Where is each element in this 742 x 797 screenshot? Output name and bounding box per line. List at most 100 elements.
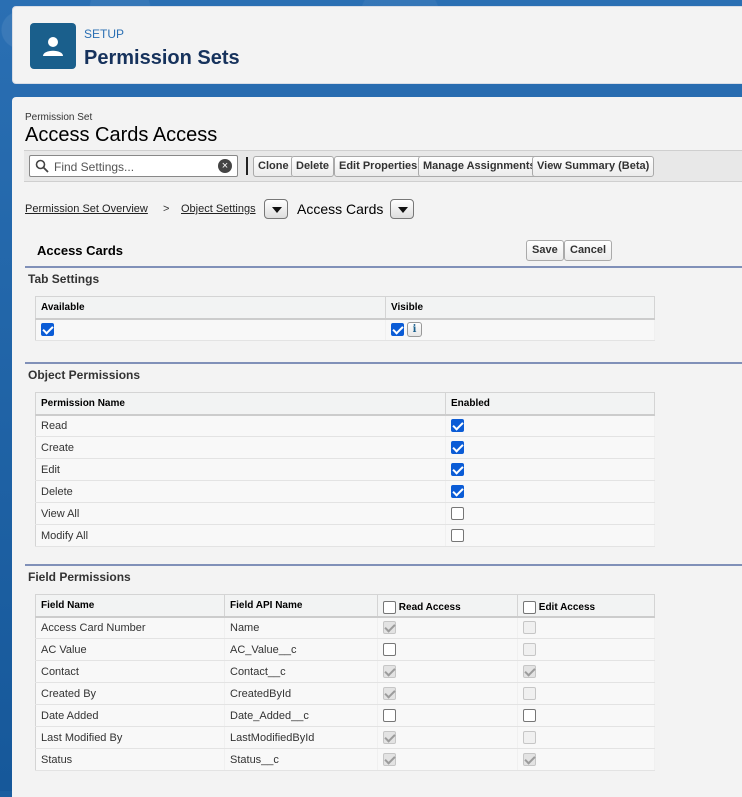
table-row: Created By CreatedById: [35, 682, 655, 705]
edit-access-checkbox: [523, 753, 536, 766]
permission-enabled-cell: [445, 480, 655, 503]
object-dropdown-icon[interactable]: [390, 199, 414, 219]
cancel-button[interactable]: Cancel: [564, 240, 613, 261]
tab-visible-checkbox[interactable]: [391, 323, 404, 337]
info-icon[interactable]: i: [407, 322, 422, 338]
table-row: Create: [35, 436, 655, 459]
field-name: Created By: [35, 682, 225, 705]
permission-enabled-checkbox[interactable]: [451, 507, 464, 520]
permission-name: Edit: [35, 458, 446, 481]
field-api-name: Status__c: [224, 748, 378, 771]
manage-assignments-button[interactable]: Manage Assignments: [418, 156, 541, 177]
edit-properties-button[interactable]: Edit Properties: [334, 156, 423, 177]
tab-settings-heading-text: Tab Settings: [28, 272, 100, 286]
permission-enabled-checkbox[interactable]: [451, 485, 464, 498]
find-settings-input[interactable]: Find Settings... ×: [29, 155, 238, 177]
permission-name: Delete: [35, 480, 446, 503]
view-summary-button[interactable]: View Summary (Beta): [532, 156, 655, 177]
save-button[interactable]: Save: [526, 240, 564, 261]
edit-access-checkbox: [523, 665, 536, 678]
permission-name: Modify All: [35, 524, 446, 547]
permission-name: Create: [35, 436, 446, 459]
read-access-select-all-checkbox[interactable]: [383, 600, 396, 614]
edit-access-checkbox: [523, 687, 536, 700]
permission-set-label: Permission Set: [25, 112, 93, 123]
setup-header: SETUP Permission Sets: [12, 6, 742, 84]
tab-settings-heading: Tab Settings: [25, 266, 742, 288]
page-title: Permission Sets: [84, 47, 240, 69]
table-row: Status Status__c: [35, 748, 655, 771]
field-name: Status: [35, 748, 225, 771]
field-api-name: AC_Value__c: [224, 638, 378, 661]
field-permissions-table: Field Name Field API Name Read Access Ed…: [35, 594, 655, 771]
field-api-name: Name: [224, 616, 378, 639]
edit-access-cell: [517, 704, 655, 727]
table-row: Date Added Date_Added__c: [35, 704, 655, 727]
toolbar: Find Settings... × Clone Delete Edit Pro…: [24, 150, 742, 182]
read-access-checkbox: [383, 753, 396, 766]
edit-access-cell: [517, 682, 655, 705]
table-row: Access Card Number Name: [35, 616, 655, 639]
read-access-checkbox[interactable]: [383, 709, 396, 722]
field-permissions-heading-text: Field Permissions: [28, 570, 131, 584]
field-api-name: Contact__c: [224, 660, 378, 683]
permission-enabled-checkbox[interactable]: [451, 463, 464, 476]
read-access-cell: [377, 660, 518, 683]
clear-search-icon[interactable]: ×: [218, 159, 232, 173]
column-header: Field Name: [35, 594, 225, 618]
permission-enabled-cell: [445, 502, 655, 525]
tab-available-checkbox[interactable]: [41, 323, 54, 337]
read-access-header-label: Read Access: [398, 601, 461, 613]
table-row: Delete: [35, 480, 655, 503]
field-name: Contact: [35, 660, 225, 683]
permission-enabled-cell: [445, 524, 655, 547]
object-permissions-heading-text: Object Permissions: [28, 368, 141, 382]
edit-access-checkbox: [523, 643, 536, 656]
field-name: Last Modified By: [35, 726, 225, 749]
edit-access-checkbox: [523, 731, 536, 744]
edit-access-select-all-checkbox[interactable]: [523, 600, 536, 614]
read-access-checkbox: [383, 621, 396, 635]
field-name: AC Value: [35, 638, 225, 661]
permission-enabled-cell: [445, 458, 655, 481]
read-access-cell: [377, 638, 518, 661]
search-icon: [35, 159, 49, 176]
column-header: Field API Name: [224, 594, 378, 618]
clone-button[interactable]: Clone: [253, 156, 294, 177]
permission-set-title: Access Cards Access: [25, 124, 218, 146]
table-row: Contact Contact__c: [35, 660, 655, 683]
permission-enabled-checkbox[interactable]: [451, 419, 464, 433]
breadcrumb-object-settings-link[interactable]: Object Settings: [181, 203, 256, 215]
object-section-title: Access Cards: [37, 243, 123, 258]
field-name: Access Card Number: [35, 616, 225, 639]
read-access-cell: [377, 616, 518, 639]
field-name: Date Added: [35, 704, 225, 727]
field-api-name: LastModifiedById: [224, 726, 378, 749]
toolbar-divider: [246, 157, 248, 175]
read-access-cell: [377, 704, 518, 727]
edit-access-cell: [517, 660, 655, 683]
column-header: Permission Name: [35, 392, 446, 416]
permission-enabled-checkbox[interactable]: [451, 529, 464, 542]
breadcrumb-current: Access Cards: [297, 201, 384, 217]
edit-access-cell: [517, 748, 655, 771]
read-access-checkbox: [383, 731, 396, 744]
table-row: View All: [35, 502, 655, 525]
column-header: Available: [35, 296, 386, 320]
column-header: Visible: [385, 296, 655, 320]
edit-access-checkbox[interactable]: [523, 709, 536, 722]
user-icon: [30, 23, 76, 69]
delete-button[interactable]: Delete: [291, 156, 335, 177]
object-settings-dropdown-icon[interactable]: [264, 199, 288, 219]
read-access-checkbox: [383, 665, 396, 678]
read-access-cell: [377, 726, 518, 749]
edit-access-cell: [517, 616, 655, 639]
field-api-name: Date_Added__c: [224, 704, 378, 727]
permission-enabled-checkbox[interactable]: [451, 441, 464, 454]
object-permissions-table: Permission Name Enabled Read Create Edit De…: [35, 392, 655, 547]
read-access-checkbox[interactable]: [383, 643, 396, 656]
field-api-name: CreatedById: [224, 682, 378, 705]
permission-enabled-cell: [445, 414, 655, 437]
breadcrumb-overview-link[interactable]: Permission Set Overview: [25, 203, 148, 215]
read-access-cell: [377, 682, 518, 705]
